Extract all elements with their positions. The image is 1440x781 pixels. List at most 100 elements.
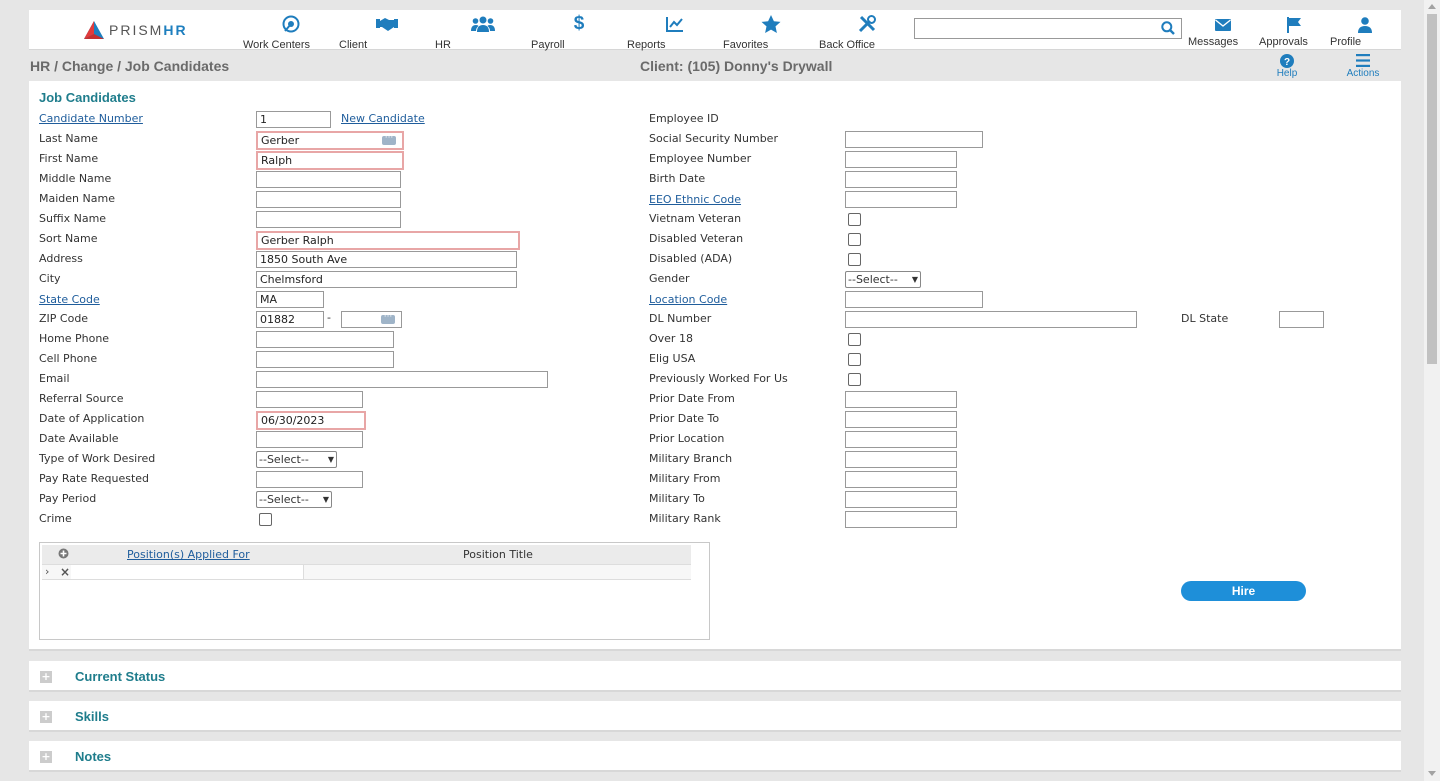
vietnam-veteran-checkbox[interactable] <box>848 213 861 226</box>
disabled-ada-checkbox[interactable] <box>848 253 861 266</box>
address-input[interactable]: 1850 South Ave <box>256 251 517 268</box>
flag-icon <box>1259 14 1329 36</box>
nav-messages[interactable]: Messages <box>1188 14 1258 48</box>
prismhr-logo[interactable]: PRISMHR <box>83 20 188 40</box>
dl-state-input[interactable] <box>1279 311 1324 328</box>
ssn-label: Social Security Number <box>649 132 778 145</box>
nav-work-centers[interactable]: Work Centers <box>243 13 339 51</box>
first-name-input[interactable]: Ralph <box>256 151 404 170</box>
eeo-ethnic-code-label[interactable]: EEO Ethnic Code <box>649 193 741 206</box>
location-code-input[interactable] <box>845 291 983 308</box>
birth-date-input[interactable] <box>845 171 957 188</box>
military-rank-input[interactable] <box>845 511 957 528</box>
military-rank-label: Military Rank <box>649 512 721 525</box>
cell-phone-input[interactable] <box>256 351 394 368</box>
nav-approvals[interactable]: Approvals <box>1259 14 1329 48</box>
dl-number-input[interactable] <box>845 311 1137 328</box>
work-centers-icon <box>243 13 339 35</box>
zip-code-label: ZIP Code <box>39 312 89 325</box>
candidate-number-input[interactable]: 1 <box>256 111 331 128</box>
type-of-work-select[interactable]: --Select-- ▼ <box>256 451 337 468</box>
ssn-input[interactable] <box>845 131 983 148</box>
expand-icon[interactable]: + <box>40 711 52 723</box>
delete-row-icon[interactable]: × <box>60 565 70 579</box>
nav-profile[interactable]: Profile <box>1330 14 1400 48</box>
date-of-application-input[interactable]: 06/30/2023 <box>256 411 366 430</box>
lookup-icon[interactable]: ··· <box>381 313 395 324</box>
scroll-up-arrow[interactable] <box>1428 4 1436 9</box>
add-row-icon[interactable] <box>58 548 69 562</box>
city-input[interactable]: Chelmsford <box>256 271 517 288</box>
nav-hr[interactable]: HR <box>435 13 531 51</box>
military-to-input[interactable] <box>845 491 957 508</box>
over-18-label: Over 18 <box>649 332 693 345</box>
previously-worked-checkbox[interactable] <box>848 373 861 386</box>
candidate-number-label[interactable]: Candidate Number <box>39 112 143 125</box>
position-title-cell[interactable] <box>304 565 691 579</box>
positions-applied-header[interactable]: Position(s) Applied For <box>127 548 250 561</box>
crime-checkbox[interactable] <box>259 513 272 526</box>
prior-date-to-input[interactable] <box>845 411 957 428</box>
nav-payroll[interactable]: $ Payroll <box>531 13 627 51</box>
help-button[interactable]: ? Help <box>1257 53 1317 79</box>
zip-code-input[interactable]: 01882 <box>256 311 324 328</box>
expand-row-icon[interactable]: › <box>45 565 49 578</box>
military-from-input[interactable] <box>845 471 957 488</box>
military-branch-input[interactable] <box>845 451 957 468</box>
position-cell[interactable] <box>71 565 304 579</box>
location-code-label[interactable]: Location Code <box>649 293 727 306</box>
prior-location-input[interactable] <box>845 431 957 448</box>
hire-button[interactable]: Hire <box>1181 581 1306 601</box>
referral-source-input[interactable] <box>256 391 363 408</box>
disabled-veteran-checkbox[interactable] <box>848 233 861 246</box>
nav-favorites[interactable]: Favorites <box>723 13 819 51</box>
elig-usa-checkbox[interactable] <box>848 353 861 366</box>
section-skills[interactable]: + Skills <box>29 701 1401 732</box>
over-18-checkbox[interactable] <box>848 333 861 346</box>
maiden-name-input[interactable] <box>256 191 401 208</box>
user-icon <box>1330 14 1400 36</box>
vietnam-veteran-label: Vietnam Veteran <box>649 212 742 225</box>
section-current-status[interactable]: + Current Status <box>29 661 1401 692</box>
military-to-label: Military To <box>649 492 705 505</box>
table-row[interactable]: › × <box>42 564 691 580</box>
expand-icon[interactable]: + <box>40 751 52 763</box>
prior-date-from-input[interactable] <box>845 391 957 408</box>
last-name-value: Gerber <box>261 134 300 147</box>
section-notes[interactable]: + Notes <box>29 741 1401 772</box>
global-search-input[interactable] <box>914 18 1182 39</box>
new-candidate-link[interactable]: New Candidate <box>341 112 425 125</box>
zip-extension-input[interactable]: ··· <box>341 311 402 328</box>
last-name-input[interactable]: Gerber ··· <box>256 131 404 150</box>
state-code-label[interactable]: State Code <box>39 293 100 306</box>
pay-period-value: --Select-- <box>259 493 309 506</box>
home-phone-input[interactable] <box>256 331 394 348</box>
gender-select[interactable]: --Select-- ▼ <box>845 271 921 288</box>
state-code-input[interactable]: MA <box>256 291 324 308</box>
sort-name-input[interactable]: Gerber Ralph <box>256 231 520 250</box>
date-available-input[interactable] <box>256 431 363 448</box>
nav-client[interactable]: Client <box>339 13 435 51</box>
email-input[interactable] <box>256 371 548 388</box>
previously-worked-label: Previously Worked For Us <box>649 372 788 385</box>
middle-name-input[interactable] <box>256 171 401 188</box>
nav-reports[interactable]: Reports <box>627 13 723 51</box>
actions-button[interactable]: Actions <box>1333 53 1393 79</box>
envelope-icon <box>1188 14 1258 36</box>
chevron-down-icon: ▼ <box>327 455 334 464</box>
eeo-ethnic-code-input[interactable] <box>845 191 957 208</box>
lookup-icon[interactable]: ··· <box>382 134 396 145</box>
type-of-work-label: Type of Work Desired <box>39 452 156 465</box>
scroll-down-arrow[interactable] <box>1428 771 1436 776</box>
suffix-name-input[interactable] <box>256 211 401 228</box>
pay-period-select[interactable]: --Select-- ▼ <box>256 491 332 508</box>
scrollbar-thumb[interactable] <box>1427 14 1437 364</box>
employee-number-input[interactable] <box>845 151 957 168</box>
pay-rate-input[interactable] <box>256 471 363 488</box>
search-icon[interactable] <box>1161 21 1175 38</box>
actions-label: Actions <box>1346 68 1380 79</box>
nav-back-office[interactable]: Back Office <box>819 13 915 51</box>
expand-icon[interactable]: + <box>40 671 52 683</box>
vertical-scrollbar[interactable] <box>1424 0 1440 781</box>
question-icon: ? <box>1257 53 1317 68</box>
